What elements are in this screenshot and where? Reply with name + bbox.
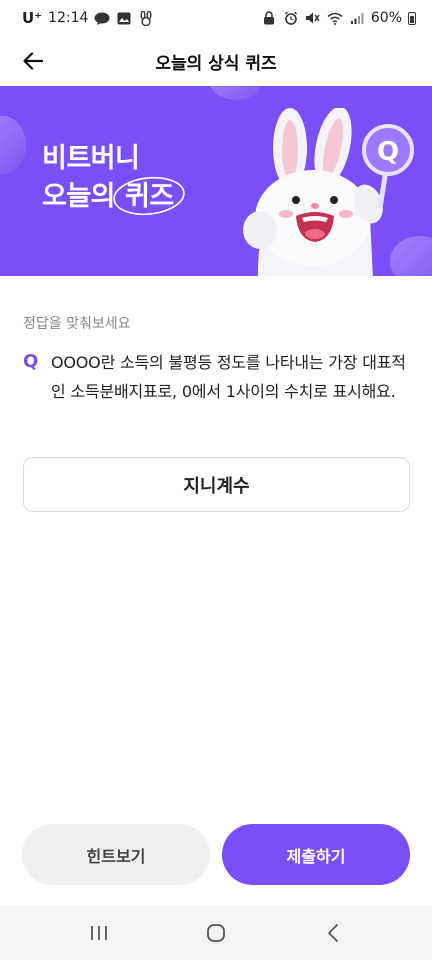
banner-title: 비트버니 오늘의 퀴즈 [42, 140, 185, 216]
bunny-mascot-icon: Q [243, 108, 414, 276]
submit-button-label: 제출하기 [286, 846, 346, 866]
answer-value: 지니계수 [183, 475, 250, 497]
scribble-circle-icon [113, 176, 185, 216]
app-bar: 오늘의 상식 퀴즈 [0, 36, 432, 86]
mute-icon [305, 11, 321, 25]
question-mark: Q [23, 351, 39, 372]
gallery-icon [116, 11, 132, 25]
battery-percent: 60% [370, 10, 402, 26]
question: Q OOOO란 소득의 불평등 정도를 나타내는 가장 대표적인 소득분배지표로… [23, 348, 413, 406]
page-title: 오늘의 상식 퀴즈 [155, 53, 277, 74]
chevron-left-icon [328, 924, 339, 942]
hint-button[interactable]: 힌트보기 [22, 824, 210, 885]
banner-line2: 오늘의 퀴즈 [42, 176, 185, 216]
clock: 12:14 [48, 10, 89, 26]
recent-apps-button[interactable] [69, 913, 129, 953]
decor-coin-top [210, 86, 262, 100]
question-text: OOOO란 소득의 불평등 정도를 나타내는 가장 대표적인 소득분배지표로, … [51, 353, 406, 401]
quiz-banner: 비트버니 오늘의 퀴즈 Q [0, 86, 432, 276]
instruction-label: 정답을 맞춰보세요 [23, 316, 131, 332]
status-right: 60% [261, 10, 416, 26]
home-button[interactable] [186, 913, 246, 953]
battery-icon [408, 11, 416, 25]
banner-line2-prefix: 오늘의 [42, 181, 116, 212]
wifi-icon [327, 11, 343, 25]
submit-button[interactable]: 제출하기 [222, 824, 410, 885]
answer-field[interactable]: 지니계수 [23, 457, 410, 512]
carrier-label: U⁺ [22, 9, 43, 27]
status-bar: U⁺ 12:14 60% [0, 0, 432, 36]
back-button[interactable] [16, 44, 50, 78]
bunny-status-icon [138, 10, 154, 26]
talk-icon [94, 11, 110, 25]
svg-text:Q: Q [377, 137, 399, 167]
system-nav-bar [0, 906, 432, 960]
banner-quiz-highlight: 퀴즈 [113, 176, 185, 216]
signal-icon [349, 11, 365, 25]
home-icon [207, 924, 225, 942]
hint-button-label: 힌트보기 [86, 846, 146, 866]
recent-apps-icon [90, 926, 107, 940]
status-left: U⁺ 12:14 [22, 9, 154, 27]
alarm-icon [283, 11, 299, 25]
lock-icon [261, 11, 277, 25]
arrow-left-icon [23, 52, 43, 70]
system-back-button[interactable] [303, 913, 363, 953]
decor-coin-left [0, 116, 26, 174]
